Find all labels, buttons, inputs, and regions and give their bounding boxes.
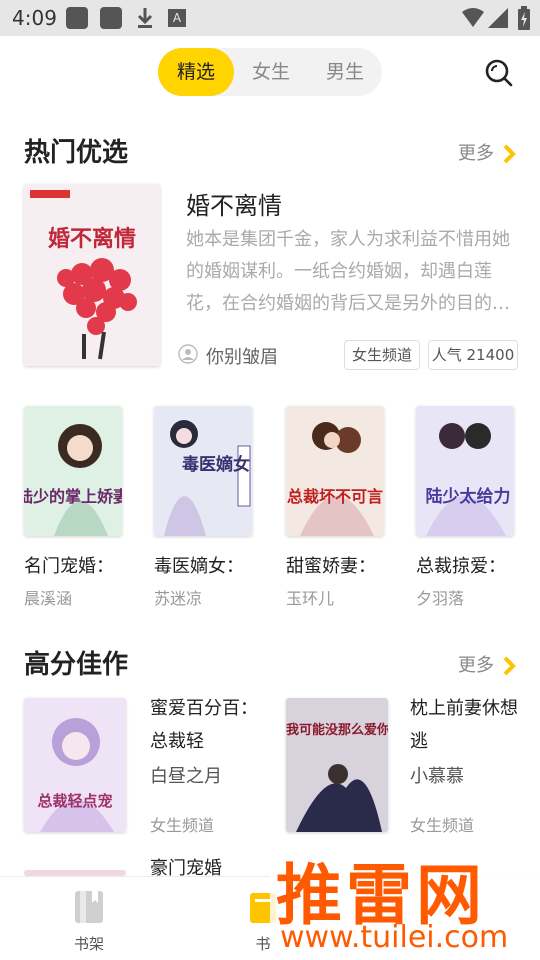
book-author: 白昼之月 [150, 766, 222, 787]
book-author: 小慕慕 [410, 766, 464, 787]
popularity-badge: 人气 21400 [428, 340, 518, 370]
watermark: 推雷网 www.tuilei.com [270, 840, 540, 960]
nav-label: 书架 [73, 935, 104, 953]
book-title[interactable]: 蜜爱百分百：总裁轻 [150, 692, 270, 758]
chevron-right-icon [503, 656, 516, 676]
battery-icon [518, 6, 530, 30]
cover-title-text: 总裁轻点宠 [37, 792, 112, 810]
book-channel: 女生频道 [410, 816, 475, 835]
cover-title-text: 陆少太给力 [426, 486, 511, 507]
wifi-icon [462, 8, 484, 27]
tab-female[interactable]: 女生 [234, 48, 308, 96]
channel-tabs: 精选 女生 男生 [158, 48, 382, 96]
book-cover[interactable]: 陆少的掌上娇妻 [24, 406, 122, 536]
book-title[interactable]: 毒医嫡女： [154, 552, 244, 578]
book-title[interactable]: 总裁掠爱： [416, 552, 506, 578]
cover-title-text: 总裁坏不可言 [287, 487, 383, 506]
search-icon[interactable] [484, 58, 514, 88]
nav-bookshelf[interactable]: 书架 [44, 877, 134, 960]
signal-icon [488, 8, 508, 28]
author-icon [178, 344, 198, 364]
chevron-right-icon [503, 144, 516, 164]
featured-book-cover[interactable]: 婚不离情 [24, 184, 160, 366]
book-cover[interactable]: 毒医嫡女 [154, 406, 252, 536]
cover-title-text: 婚不离情 [48, 226, 136, 252]
status-time: 4:09 [12, 6, 57, 30]
featured-book-author: 你别皱眉 [206, 347, 278, 368]
bookshelf-icon [75, 891, 103, 923]
book-author: 夕羽落 [416, 589, 465, 608]
more-label: 更多 [458, 655, 494, 676]
more-label: 更多 [458, 143, 494, 164]
high-score-section-title: 高分佳作 [24, 650, 129, 680]
book-cover[interactable]: 陆少太给力 [416, 406, 514, 536]
book-author: 玉环儿 [286, 589, 335, 608]
hot-section-title: 热门优选 [24, 138, 129, 168]
notification-icon [66, 7, 88, 29]
cover-title-text: 毒医嫡女 [182, 454, 250, 475]
cover-title-text: 陆少的掌上娇妻 [24, 487, 122, 506]
book-title[interactable]: 甜蜜娇妻： [286, 552, 376, 578]
notification-icon [100, 7, 122, 29]
tab-featured[interactable]: 精选 [158, 48, 234, 96]
watermark-url: www.tuilei.com [280, 920, 509, 955]
book-channel: 女生频道 [150, 816, 215, 835]
featured-book-title[interactable]: 婚不离情 [186, 186, 282, 221]
book-author: 晨溪涵 [24, 589, 73, 608]
tab-male[interactable]: 男生 [308, 48, 382, 96]
book-cover[interactable]: 我可能没那么爱你 [286, 698, 388, 832]
cover-title-text: 我可能没那么爱你 [286, 722, 388, 738]
book-cover[interactable]: 总裁轻点宠 [24, 698, 126, 832]
high-score-more-link[interactable]: 更多 [458, 651, 516, 677]
book-title[interactable]: 名门宠婚： [24, 552, 114, 578]
featured-book-description: 她本是集团千金，家人为求利益不惜用她的婚姻谋利。一纸合约婚姻，却遇白莲花，在合约… [186, 229, 510, 314]
download-icon [137, 8, 153, 28]
hot-more-link[interactable]: 更多 [458, 139, 516, 165]
app-a-icon: A [168, 9, 186, 27]
status-bar: 4:09 A [0, 0, 540, 36]
book-title[interactable]: 豪门宠婚 [150, 858, 270, 876]
book-title[interactable]: 枕上前妻休想逃 [410, 692, 530, 758]
book-author: 苏迷凉 [154, 589, 203, 608]
channel-badge: 女生频道 [344, 340, 420, 370]
book-cover[interactable]: 总裁坏不可言 [286, 406, 384, 536]
